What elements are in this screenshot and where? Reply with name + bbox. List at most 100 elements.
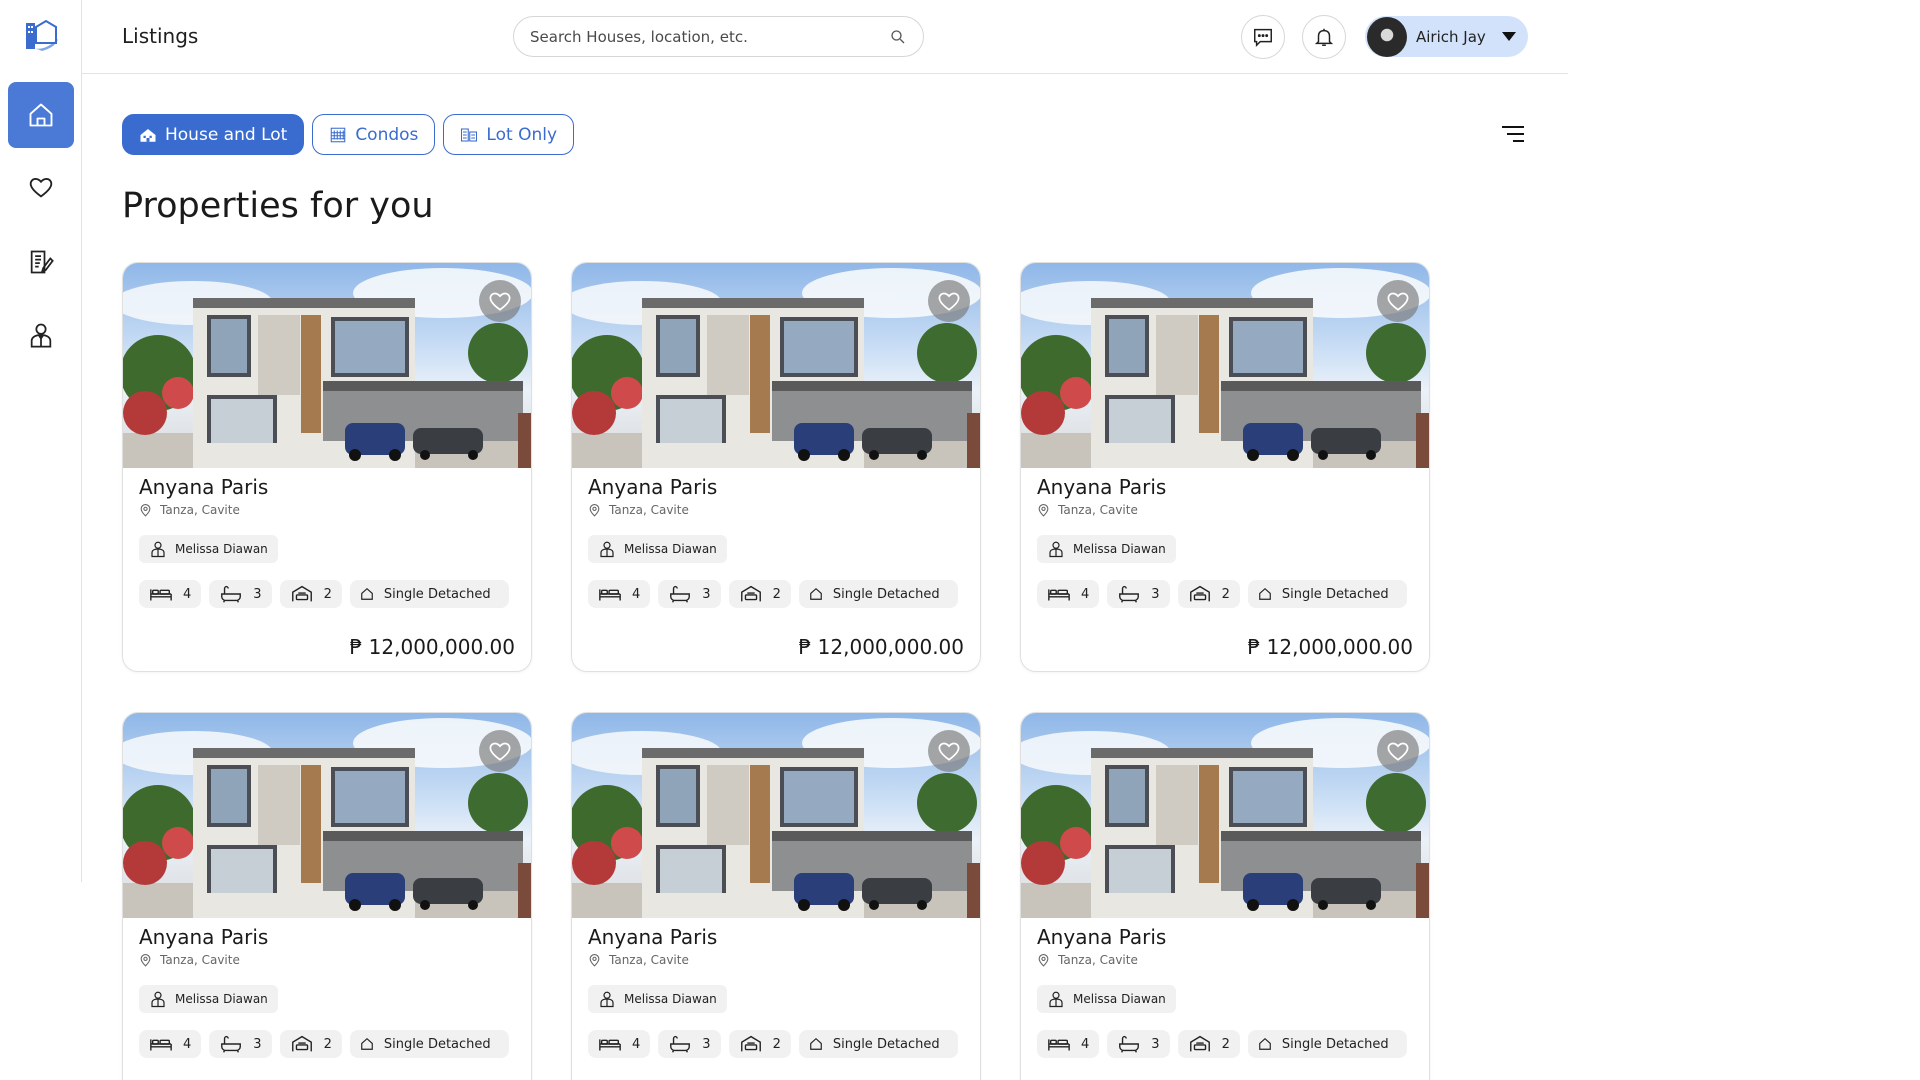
sort-filter-icon[interactable] [1500,124,1526,144]
bedrooms-badge: 4 [1037,580,1100,608]
property-image[interactable] [1021,713,1429,918]
garage-icon [740,585,761,602]
property-name[interactable]: Anyana Paris [139,925,268,949]
agent-badge[interactable]: Melissa Diawan [139,985,278,1013]
property-name[interactable]: Anyana Paris [1037,925,1166,949]
sidebar-item-documents[interactable] [8,229,74,295]
garage-badge: 2 [728,1030,791,1058]
property-type: Single Detached [832,586,940,602]
location-text: Tanza, Cavite [1058,503,1138,517]
filter-lot-only[interactable]: Lot Only [443,114,575,155]
favorite-button[interactable] [928,280,970,322]
property-name[interactable]: Anyana Paris [588,925,717,949]
bedrooms-badge: 4 [588,1030,651,1058]
property-features: 4 3 2 Single Detached [1037,1030,1407,1058]
location-pin-icon [1038,503,1049,517]
house-outline-icon [810,1037,822,1050]
bed-icon [150,589,172,601]
garage-badge: 2 [279,580,342,608]
search-icon[interactable] [889,28,907,46]
property-image[interactable] [123,263,531,468]
sidebar-item-favorites[interactable] [8,154,74,220]
property-location: Tanza, Cavite [139,953,240,967]
search-bar[interactable] [513,16,924,57]
favorite-button[interactable] [1377,730,1419,772]
bathtub-icon [221,585,242,603]
bathtub-icon [1119,585,1140,603]
property-image[interactable] [1021,263,1429,468]
agent-icon [1049,991,1063,1008]
location-text: Tanza, Cavite [609,503,689,517]
favorite-button[interactable] [479,730,521,772]
property-image[interactable] [123,713,531,918]
property-type-badge: Single Detached [798,580,958,608]
user-menu[interactable]: Airich Jay [1365,16,1528,57]
bedrooms-count: 4 [1081,1036,1090,1052]
bed-icon [599,589,621,601]
location-text: Tanza, Cavite [1058,953,1138,967]
property-type: Single Detached [832,1036,940,1052]
messages-button[interactable] [1241,15,1285,59]
garage-badge: 2 [1177,1030,1240,1058]
garage-count: 2 [1221,1036,1230,1052]
favorite-button[interactable] [479,280,521,322]
favorite-button[interactable] [1377,280,1419,322]
property-location: Tanza, Cavite [1037,503,1138,517]
agent-name: Melissa Diawan [624,542,717,556]
bathrooms-count: 3 [253,586,262,602]
agent-badge[interactable]: Melissa Diawan [1037,985,1176,1013]
filter-condos[interactable]: Condos [312,114,436,155]
location-pin-icon [589,503,600,517]
chevron-down-icon[interactable] [1502,32,1516,41]
property-name[interactable]: Anyana Paris [588,475,717,499]
listing-card[interactable]: Anyana Paris Tanza, Cavite Melissa Diawa… [122,712,532,1080]
sidebar-item-agents[interactable] [8,302,74,368]
agent-name: Melissa Diawan [1073,542,1166,556]
property-image[interactable] [572,263,980,468]
agent-badge[interactable]: Melissa Diawan [139,535,278,563]
property-type-badge: Single Detached [798,1030,958,1058]
favorite-button[interactable] [928,730,970,772]
bathtub-icon [221,1035,242,1053]
bathtub-icon [670,585,691,603]
listing-card[interactable]: Anyana Paris Tanza, Cavite Melissa Diawa… [1020,712,1430,1080]
heart-icon [1387,292,1409,311]
agent-badge[interactable]: Melissa Diawan [588,985,727,1013]
bathtub-icon [670,1035,691,1053]
listing-grid: Anyana Paris Tanza, Cavite Melissa Diawa… [122,262,1430,1080]
location-text: Tanza, Cavite [160,503,240,517]
category-filters: House and Lot Condos Lot Only [122,114,575,155]
property-image[interactable] [572,713,980,918]
property-type: Single Detached [383,1036,491,1052]
page-title: Listings [122,24,199,48]
location-pin-icon [1038,953,1049,967]
property-name[interactable]: Anyana Paris [139,475,268,499]
location-pin-icon [589,953,600,967]
logo-icon[interactable] [22,17,60,53]
listing-card[interactable]: Anyana Paris Tanza, Cavite Melissa Diawa… [122,262,532,672]
listing-card[interactable]: Anyana Paris Tanza, Cavite Melissa Diawa… [571,712,981,1080]
sidebar-item-home[interactable] [8,82,74,148]
location-pin-icon [140,953,151,967]
filter-house-and-lot[interactable]: House and Lot [122,114,305,155]
agent-badge[interactable]: Melissa Diawan [588,535,727,563]
garage-count: 2 [323,1036,332,1052]
building-icon [331,127,346,142]
agent-badge[interactable]: Melissa Diawan [1037,535,1176,563]
heart-icon [1387,742,1409,761]
agent-icon [151,541,165,558]
bedrooms-count: 4 [632,586,641,602]
notifications-button[interactable] [1302,15,1346,59]
bathrooms-count: 3 [253,1036,262,1052]
bed-icon [150,1039,172,1051]
bedrooms-count: 4 [632,1036,641,1052]
bedrooms-badge: 4 [588,580,651,608]
property-name[interactable]: Anyana Paris [1037,475,1166,499]
user-name: Airich Jay [1416,27,1486,46]
property-features: 4 3 2 Single Detached [588,1030,958,1058]
listing-card[interactable]: Anyana Paris Tanza, Cavite Melissa Diawa… [1020,262,1430,672]
listing-card[interactable]: Anyana Paris Tanza, Cavite Melissa Diawa… [571,262,981,672]
search-input[interactable] [530,27,889,46]
top-header: Listings Airich Jay [82,0,1568,74]
garage-icon [1189,1035,1210,1052]
